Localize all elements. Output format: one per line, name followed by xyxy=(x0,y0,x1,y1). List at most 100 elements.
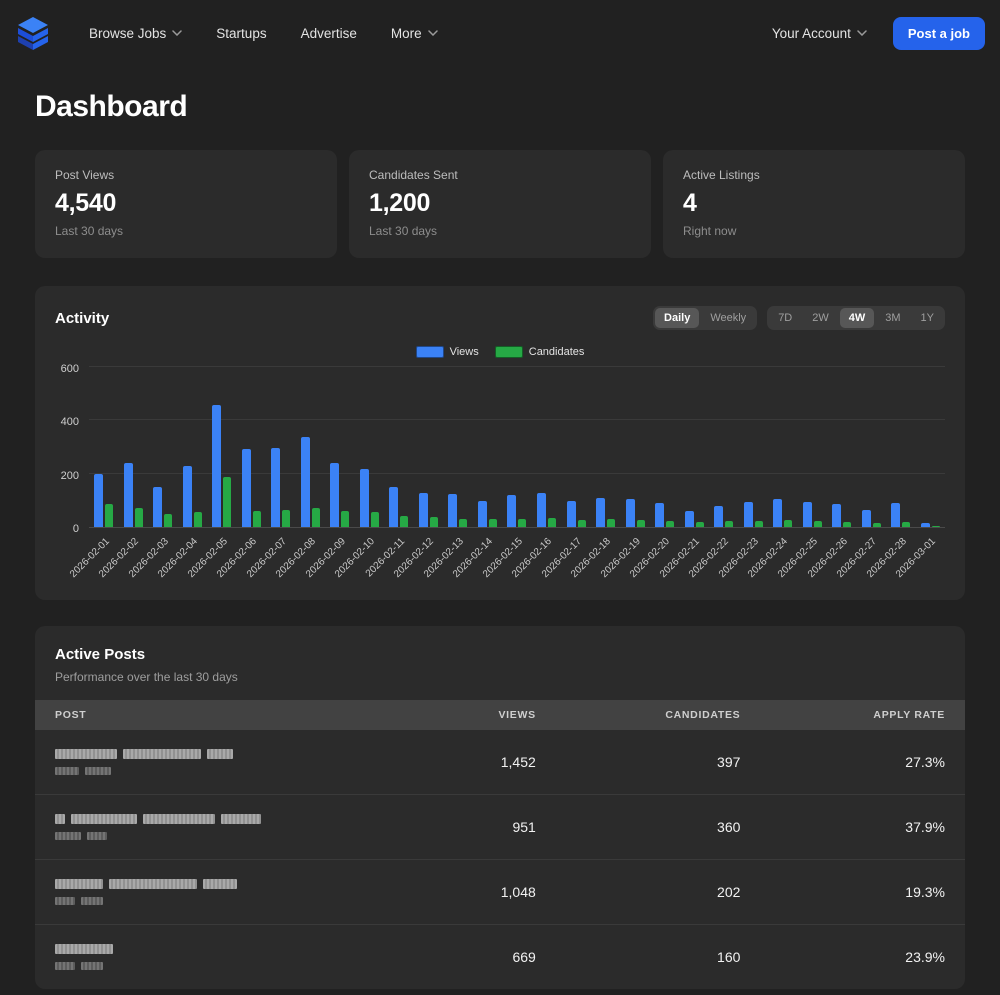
nav-startups[interactable]: Startups xyxy=(216,26,266,41)
nav-more[interactable]: More xyxy=(391,26,438,41)
mode-weekly-button[interactable]: Weekly xyxy=(701,308,755,328)
redacted-text-block xyxy=(55,962,75,970)
table-row[interactable]: 951 360 37.9% xyxy=(35,794,965,860)
table-header: Post Views Candidates Apply Rate xyxy=(35,700,965,730)
views-cell: 951 xyxy=(407,794,556,860)
stat-label: Candidates Sent xyxy=(369,168,458,182)
bar-group xyxy=(266,368,296,527)
views-bar xyxy=(596,497,606,527)
views-bar xyxy=(448,493,458,527)
active-posts-table: Post Views Candidates Apply Rate 1,452 3… xyxy=(35,700,965,989)
candidates-bar xyxy=(164,513,173,527)
views-bar xyxy=(94,474,104,527)
candidates-cell: 202 xyxy=(555,859,761,925)
bar-group xyxy=(650,368,680,527)
candidates-cell: 160 xyxy=(555,924,761,989)
bar-group xyxy=(768,368,798,527)
table-row[interactable]: 1,048 202 19.3% xyxy=(35,859,965,925)
bar-group xyxy=(119,368,149,527)
page-title: Dashboard xyxy=(35,90,188,123)
redacted-text-block xyxy=(81,962,103,970)
bar-group xyxy=(679,368,709,527)
bars-container xyxy=(89,368,945,527)
redacted-text-block xyxy=(55,879,103,889)
candidates-bar xyxy=(311,508,320,527)
bar-group xyxy=(355,368,385,527)
redacted-text-block xyxy=(55,832,81,840)
post-a-job-button[interactable]: Post a job xyxy=(892,16,985,50)
stat-value: 1,200 xyxy=(369,189,431,217)
y-axis: 600 400 200 0 xyxy=(55,363,89,535)
candidates-legend-swatch xyxy=(494,346,523,358)
candidates-bar xyxy=(931,525,940,527)
legend-candidates: Candidates xyxy=(494,346,584,358)
range-4w-button[interactable]: 4W xyxy=(839,308,875,328)
nav-your-account-label: Your Account xyxy=(771,25,851,41)
top-nav: Browse Jobs Startups Advertise More Your… xyxy=(0,0,1000,66)
redacted-text-block xyxy=(55,944,113,954)
views-bar xyxy=(271,447,281,527)
apply-rate-cell: 27.3% xyxy=(905,754,945,770)
range-7d-button[interactable]: 7D xyxy=(769,308,801,328)
redacted-post-subtitle xyxy=(55,832,387,840)
redacted-post-subtitle xyxy=(55,962,387,970)
redacted-post-subtitle xyxy=(55,767,387,775)
bar-group xyxy=(207,368,237,527)
nav-your-account[interactable]: Your Account xyxy=(772,26,867,41)
views-bar xyxy=(714,505,724,527)
stats-row: Post Views 4,540 Last 30 days Candidates… xyxy=(0,150,1000,258)
candidates-bar xyxy=(459,518,468,527)
candidates-bar xyxy=(341,511,350,527)
bar-group xyxy=(473,368,503,527)
post-title-cell xyxy=(35,924,407,989)
legend-views-label: Views xyxy=(449,346,479,358)
logo-icon xyxy=(18,17,48,50)
candidates-bar xyxy=(429,516,438,527)
mode-toggle: Daily Weekly xyxy=(653,306,758,330)
redacted-text-block xyxy=(71,814,137,824)
chevron-down-icon xyxy=(857,30,867,36)
redacted-text-block xyxy=(143,814,215,824)
bar-group xyxy=(915,368,945,527)
bar-group xyxy=(738,368,768,527)
views-bar xyxy=(389,487,399,527)
candidates-bar xyxy=(607,519,616,527)
candidates-bar xyxy=(282,509,291,527)
nav-browse-jobs[interactable]: Browse Jobs xyxy=(89,26,183,41)
candidates-bar xyxy=(725,521,734,527)
stat-caption: Last 30 days xyxy=(369,224,438,238)
mode-daily-button[interactable]: Daily xyxy=(655,308,700,328)
views-bar xyxy=(566,500,576,527)
table-row[interactable]: 669 160 23.9% xyxy=(35,924,965,989)
activity-header: Activity Daily Weekly 7D 2W 4W 3M 1Y xyxy=(55,306,945,330)
views-bar xyxy=(802,501,812,527)
views-bar xyxy=(123,463,133,527)
redacted-text-block xyxy=(55,767,79,775)
apply-rate-cell: 23.9% xyxy=(760,924,965,989)
nav-advertise[interactable]: Advertise xyxy=(301,26,357,41)
legend-views: Views xyxy=(415,346,479,358)
candidates-bar xyxy=(252,511,261,527)
column-header-post: Post xyxy=(35,700,407,730)
stat-value: 4,540 xyxy=(55,189,117,217)
bar-group xyxy=(414,368,444,527)
range-3m-button[interactable]: 3M xyxy=(876,308,909,328)
bar-group xyxy=(148,368,178,527)
site-logo[interactable] xyxy=(15,16,51,50)
plot-area xyxy=(89,366,945,528)
bar-group xyxy=(443,368,473,527)
views-bar xyxy=(625,499,635,527)
redacted-text-block xyxy=(81,897,103,905)
range-1y-button[interactable]: 1Y xyxy=(912,308,943,328)
table-row[interactable]: 1,452 397 27.3% xyxy=(35,730,965,795)
bar-group xyxy=(827,368,857,527)
views-cell: 1,048 xyxy=(407,859,556,925)
post-title-cell xyxy=(35,859,407,925)
views-bar xyxy=(861,509,871,527)
active-posts-title: Active Posts xyxy=(55,646,146,663)
views-bar xyxy=(743,501,753,527)
candidates-cell: 397 xyxy=(717,754,741,770)
redacted-text-block xyxy=(87,832,107,840)
candidates-bar xyxy=(754,520,763,527)
range-2w-button[interactable]: 2W xyxy=(803,308,838,328)
